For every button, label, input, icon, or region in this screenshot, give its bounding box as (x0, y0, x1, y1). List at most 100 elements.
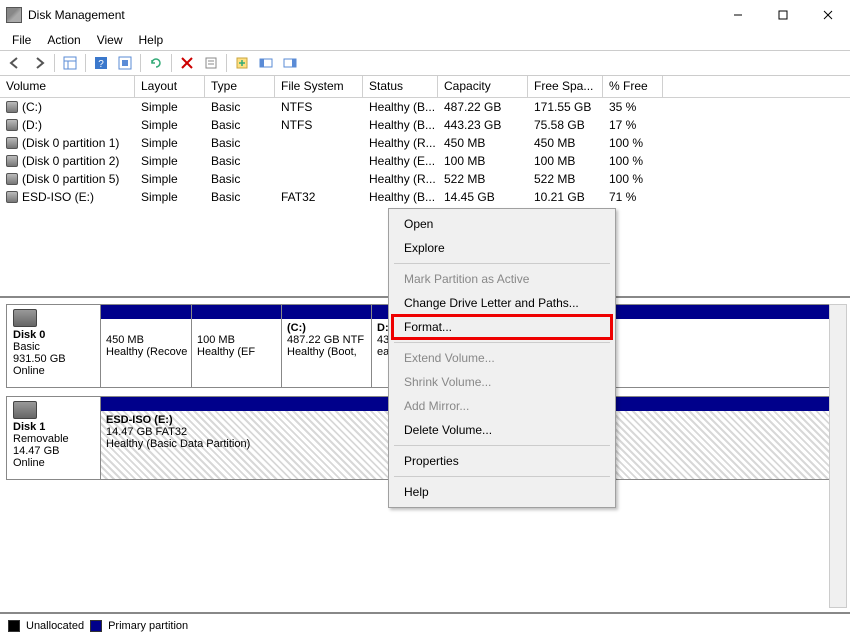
partition-status: Healthy (Recove (106, 346, 187, 358)
volume-pct: 35 % (603, 99, 663, 115)
volume-row[interactable]: (Disk 0 partition 5)SimpleBasicHealthy (… (0, 170, 850, 188)
volume-layout: Simple (135, 189, 205, 205)
col-capacity[interactable]: Capacity (438, 76, 528, 98)
volume-capacity: 443.23 GB (438, 117, 528, 133)
volume-capacity: 100 MB (438, 153, 528, 169)
legend-unallocated-label: Unallocated (26, 620, 84, 632)
partition-status: Healthy (Boot, (287, 346, 357, 358)
disk-0-state: Online (13, 365, 94, 377)
volume-type: Basic (205, 117, 275, 133)
disk-icon (13, 401, 37, 419)
volume-name: (Disk 0 partition 1) (0, 135, 135, 151)
svg-text:?: ? (98, 59, 104, 70)
menu-view[interactable]: View (89, 32, 131, 48)
volume-free: 75.58 GB (528, 117, 603, 133)
delete-icon[interactable] (176, 52, 198, 74)
volume-capacity: 522 MB (438, 171, 528, 187)
disk-1-type: Removable (13, 433, 94, 445)
partition-size: 487.22 GB NTF (287, 334, 364, 346)
maximize-button[interactable] (760, 0, 805, 30)
help-icon[interactable]: ? (90, 52, 112, 74)
ctx-change-letter[interactable]: Change Drive Letter and Paths... (392, 291, 612, 315)
disk-0-partition-1[interactable]: 100 MBHealthy (EF (191, 305, 281, 387)
volume-free: 522 MB (528, 171, 603, 187)
volume-layout: Simple (135, 117, 205, 133)
ctx-open[interactable]: Open (392, 212, 612, 236)
toolbar-view-icon[interactable] (59, 52, 81, 74)
volume-status: Healthy (B... (363, 99, 438, 115)
minimize-button[interactable] (715, 0, 760, 30)
ctx-properties[interactable]: Properties (392, 449, 612, 473)
volume-name: (Disk 0 partition 2) (0, 153, 135, 169)
volume-row[interactable]: ESD-ISO (E:)SimpleBasicFAT32Healthy (B..… (0, 188, 850, 206)
legend: Unallocated Primary partition (0, 612, 850, 638)
volume-free: 450 MB (528, 135, 603, 151)
ctx-format[interactable]: Format... (392, 315, 612, 339)
volume-status: Healthy (E... (363, 153, 438, 169)
volume-layout: Simple (135, 135, 205, 151)
volume-type: Basic (205, 99, 275, 115)
volume-name: ESD-ISO (E:) (0, 189, 135, 205)
toolbar-icon-3[interactable] (279, 52, 301, 74)
window-title: Disk Management (28, 8, 715, 22)
volume-name: (D:) (0, 117, 135, 133)
volume-type: Basic (205, 135, 275, 151)
volume-fs: NTFS (275, 117, 363, 133)
settings-icon[interactable] (114, 52, 136, 74)
properties-icon[interactable] (200, 52, 222, 74)
back-button[interactable] (4, 52, 26, 74)
volume-icon (6, 119, 18, 131)
ctx-explore[interactable]: Explore (392, 236, 612, 260)
forward-button[interactable] (28, 52, 50, 74)
col-pctfree[interactable]: % Free (603, 76, 663, 98)
volume-fs (275, 160, 363, 162)
ctx-mark-active: Mark Partition as Active (392, 267, 612, 291)
toolbar-icon-1[interactable] (231, 52, 253, 74)
disk-0-partition-2[interactable]: (C:)487.22 GB NTFHealthy (Boot, (281, 305, 371, 387)
volume-icon (6, 173, 18, 185)
volume-icon (6, 137, 18, 149)
col-type[interactable]: Type (205, 76, 275, 98)
partition-size: 14.47 GB FAT32 (106, 426, 187, 438)
volume-row[interactable]: (Disk 0 partition 1)SimpleBasic Healthy (… (0, 134, 850, 152)
disk-0-title: Disk 0 (13, 329, 94, 341)
ctx-help[interactable]: Help (392, 480, 612, 504)
titlebar: Disk Management (0, 0, 850, 30)
col-layout[interactable]: Layout (135, 76, 205, 98)
volume-row[interactable]: (C:)SimpleBasicNTFSHealthy (B...487.22 G… (0, 98, 850, 116)
legend-primary-swatch (90, 620, 102, 632)
volume-status: Healthy (B... (363, 117, 438, 133)
volume-layout: Simple (135, 99, 205, 115)
volume-pct: 100 % (603, 171, 663, 187)
disk-0-label: Disk 0 Basic 931.50 GB Online (7, 305, 101, 387)
col-free[interactable]: Free Spa... (528, 76, 603, 98)
ctx-mirror: Add Mirror... (392, 394, 612, 418)
volume-row[interactable]: (D:)SimpleBasicNTFSHealthy (B...443.23 G… (0, 116, 850, 134)
menu-action[interactable]: Action (39, 32, 88, 48)
context-menu: Open Explore Mark Partition as Active Ch… (388, 208, 616, 508)
toolbar-icon-2[interactable] (255, 52, 277, 74)
volume-fs (275, 142, 363, 144)
disk-0-size: 931.50 GB (13, 353, 94, 365)
volume-status: Healthy (R... (363, 171, 438, 187)
volume-icon (6, 101, 18, 113)
volume-type: Basic (205, 189, 275, 205)
refresh-icon[interactable] (145, 52, 167, 74)
partition-name: (C:) (287, 322, 366, 334)
menu-file[interactable]: File (4, 32, 39, 48)
col-filesystem[interactable]: File System (275, 76, 363, 98)
volume-row[interactable]: (Disk 0 partition 2)SimpleBasicHealthy (… (0, 152, 850, 170)
ctx-delete[interactable]: Delete Volume... (392, 418, 612, 442)
menu-help[interactable]: Help (131, 32, 172, 48)
col-status[interactable]: Status (363, 76, 438, 98)
disk-0-partition-0[interactable]: 450 MBHealthy (Recove (101, 305, 191, 387)
close-button[interactable] (805, 0, 850, 30)
col-volume[interactable]: Volume (0, 76, 135, 98)
disk-1-label: Disk 1 Removable 14.47 GB Online (7, 397, 101, 479)
volume-type: Basic (205, 171, 275, 187)
volume-status: Healthy (R... (363, 135, 438, 151)
volume-capacity: 450 MB (438, 135, 528, 151)
volume-type: Basic (205, 153, 275, 169)
toolbar: ? (0, 50, 850, 76)
volume-pct: 17 % (603, 117, 663, 133)
